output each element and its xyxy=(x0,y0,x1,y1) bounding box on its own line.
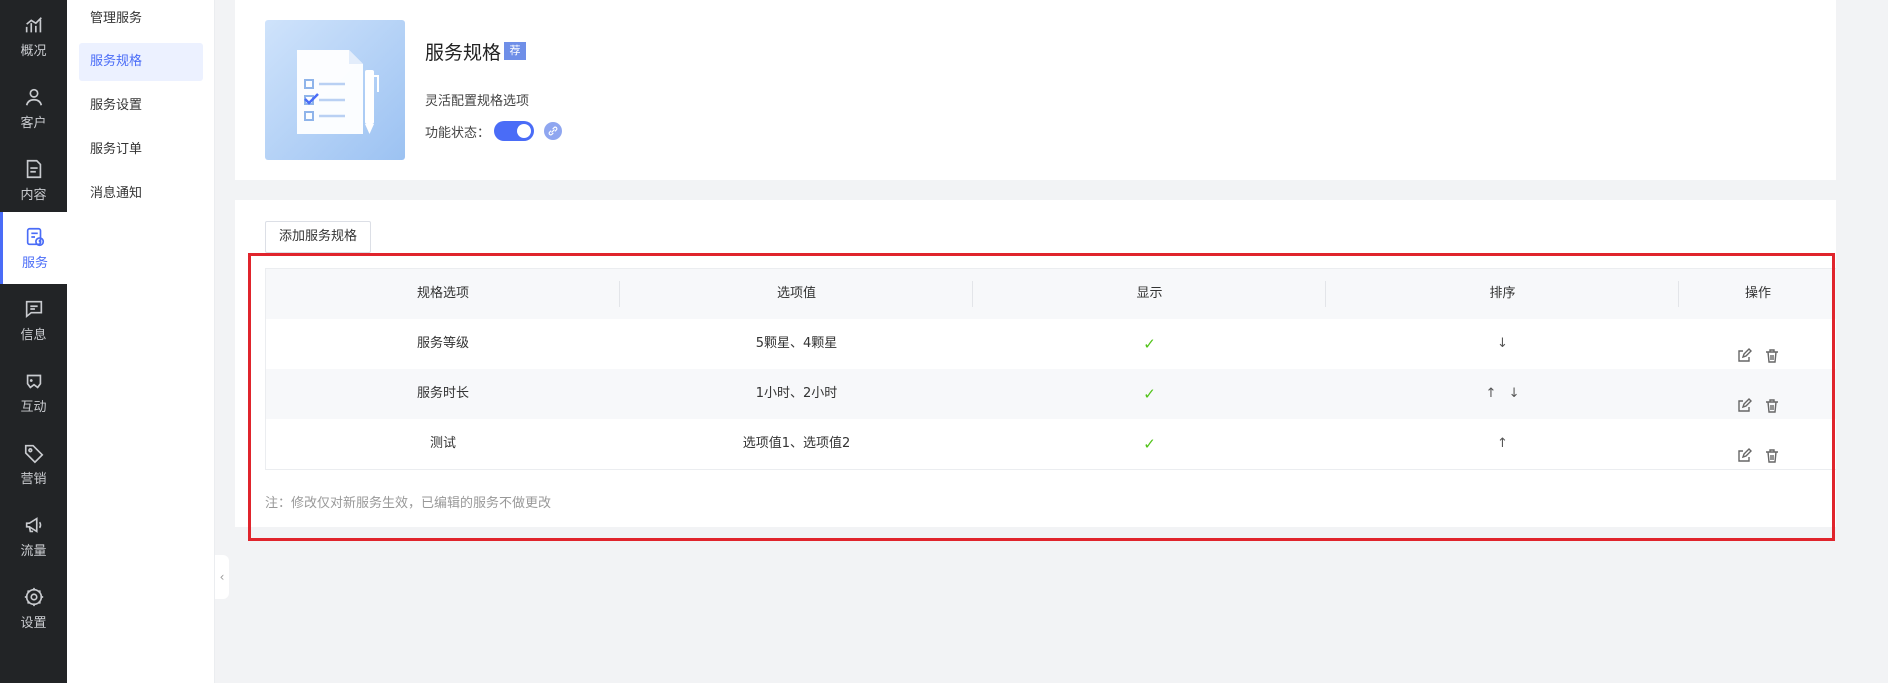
move-up-icon[interactable]: ↑ xyxy=(1486,386,1497,401)
submenu-item-service-settings[interactable]: 服务设置 xyxy=(79,87,203,125)
edit-note: 注：修改仅对新服务生效，已编辑的服务不做更改 xyxy=(265,496,552,511)
edit-icon[interactable] xyxy=(1736,436,1752,462)
link-icon[interactable] xyxy=(544,122,562,140)
check-icon: ✓ xyxy=(1143,435,1156,453)
rail-item-traffic[interactable]: 流量 xyxy=(0,500,67,572)
actions-cell xyxy=(1679,419,1837,469)
column-header-spec-option: 规格选项 xyxy=(266,269,620,319)
submenu-item-service-orders[interactable]: 服务订单 xyxy=(79,131,203,169)
column-header-display: 显示 xyxy=(973,269,1326,319)
feature-illustration xyxy=(265,20,405,160)
feature-status-label: 功能状态： xyxy=(425,126,491,141)
spec-name: 测试 xyxy=(429,436,456,451)
column-header-sort: 排序 xyxy=(1326,269,1679,319)
rail-item-label: 服务 xyxy=(21,255,48,271)
spec-values: 1小时、2小时 xyxy=(755,386,838,401)
chevron-left-icon: ‹ xyxy=(219,570,225,584)
gear-icon xyxy=(24,587,43,606)
rail-item-customers[interactable]: 客户 xyxy=(0,72,67,144)
actions-cell xyxy=(1679,319,1837,369)
trash-icon[interactable] xyxy=(1764,436,1780,463)
column-header-actions: 操作 xyxy=(1744,286,1771,301)
spec-table: 规格选项 选项值 显示 排序 操作 服务等级 5颗星、4颗星 ✓ ↓ 服务时长 … xyxy=(265,268,1836,470)
megaphone-icon xyxy=(25,516,41,533)
gamepad-icon xyxy=(26,374,41,389)
trash-icon[interactable] xyxy=(1764,386,1780,413)
trash-icon[interactable] xyxy=(1764,336,1780,363)
rail-item-messages[interactable]: 信息 xyxy=(0,284,67,356)
rail-item-label: 信息 xyxy=(20,327,47,343)
spec-list-card: 添加服务规格 规格选项 选项值 显示 排序 操作 服务等级 5颗星、4颗星 ✓ … xyxy=(235,200,1836,527)
user-icon xyxy=(25,88,42,105)
rail-item-interaction[interactable]: 互动 xyxy=(0,356,67,428)
rail-item-label: 客户 xyxy=(20,115,47,131)
rail-item-service[interactable]: 服务 xyxy=(0,212,67,284)
rail-item-label: 互动 xyxy=(20,399,47,415)
rail-item-marketing[interactable]: 营销 xyxy=(0,428,67,500)
table-row: 测试 选项值1、选项值2 ✓ ↑ xyxy=(266,419,1836,469)
feature-status-toggle[interactable] xyxy=(494,121,534,141)
move-down-icon[interactable]: ↓ xyxy=(1497,336,1508,351)
submenu-item-manage-services[interactable]: 管理服务 xyxy=(79,0,203,38)
spec-values: 选项值1、选项值2 xyxy=(742,436,851,451)
rail-item-label: 营销 xyxy=(20,471,47,487)
add-service-spec-button[interactable]: 添加服务规格 xyxy=(265,221,371,253)
rail-item-label: 设置 xyxy=(20,615,47,631)
checklist-document-icon xyxy=(297,50,379,134)
rail-item-content[interactable]: 内容 xyxy=(0,144,67,216)
document-icon xyxy=(26,159,41,178)
recommended-badge: 荐 xyxy=(504,42,526,60)
spec-name: 服务时长 xyxy=(416,386,469,401)
table-header-row: 规格选项 选项值 显示 排序 操作 xyxy=(266,269,1836,319)
edit-icon[interactable] xyxy=(1736,336,1752,362)
spec-values: 5颗星、4颗星 xyxy=(755,336,838,351)
rail-item-label: 内容 xyxy=(20,187,47,203)
spec-name: 服务等级 xyxy=(416,336,469,351)
feature-description: 灵活配置规格选项 xyxy=(425,94,530,109)
check-icon: ✓ xyxy=(1143,385,1156,403)
primary-nav-rail: 概况 客户 内容 服务 信息 互动 营销 流量 设置 xyxy=(0,0,67,683)
tag-icon xyxy=(24,444,43,463)
move-down-icon[interactable]: ↓ xyxy=(1509,386,1520,401)
submenu-item-notifications[interactable]: 消息通知 xyxy=(79,175,203,213)
sort-cell: ↑ ↓ xyxy=(1326,369,1679,419)
chain-link-icon xyxy=(548,126,558,136)
secondary-menu: 管理服务 服务规格 服务设置 服务订单 消息通知 xyxy=(67,0,215,683)
feature-header-card: 服务规格 荐 灵活配置规格选项 功能状态： xyxy=(235,0,1836,180)
collapse-sidebar-button[interactable]: ‹ xyxy=(215,555,229,599)
display-cell: ✓ xyxy=(973,369,1326,419)
submenu-item-service-specs[interactable]: 服务规格 xyxy=(79,43,203,81)
rail-item-label: 概况 xyxy=(20,43,47,59)
display-cell: ✓ xyxy=(973,419,1326,469)
table-row: 服务时长 1小时、2小时 ✓ ↑ ↓ xyxy=(266,369,1836,419)
move-up-icon[interactable]: ↑ xyxy=(1497,436,1508,451)
rail-item-label: 流量 xyxy=(20,543,47,559)
display-cell: ✓ xyxy=(973,319,1326,369)
page-title: 服务规格 xyxy=(425,42,502,64)
edit-icon[interactable] xyxy=(1736,386,1752,412)
table-row: 服务等级 5颗星、4颗星 ✓ ↓ xyxy=(266,319,1836,369)
sort-cell: ↓ xyxy=(1326,319,1679,369)
column-header-option-values: 选项值 xyxy=(620,269,973,319)
message-icon xyxy=(25,300,42,318)
rail-item-settings[interactable]: 设置 xyxy=(0,572,67,644)
actions-cell xyxy=(1679,369,1837,419)
sort-cell: ↑ xyxy=(1326,419,1679,469)
rail-item-overview[interactable]: 概况 xyxy=(0,0,67,72)
service-icon xyxy=(26,227,45,246)
chart-icon xyxy=(25,16,42,32)
check-icon: ✓ xyxy=(1143,335,1156,353)
